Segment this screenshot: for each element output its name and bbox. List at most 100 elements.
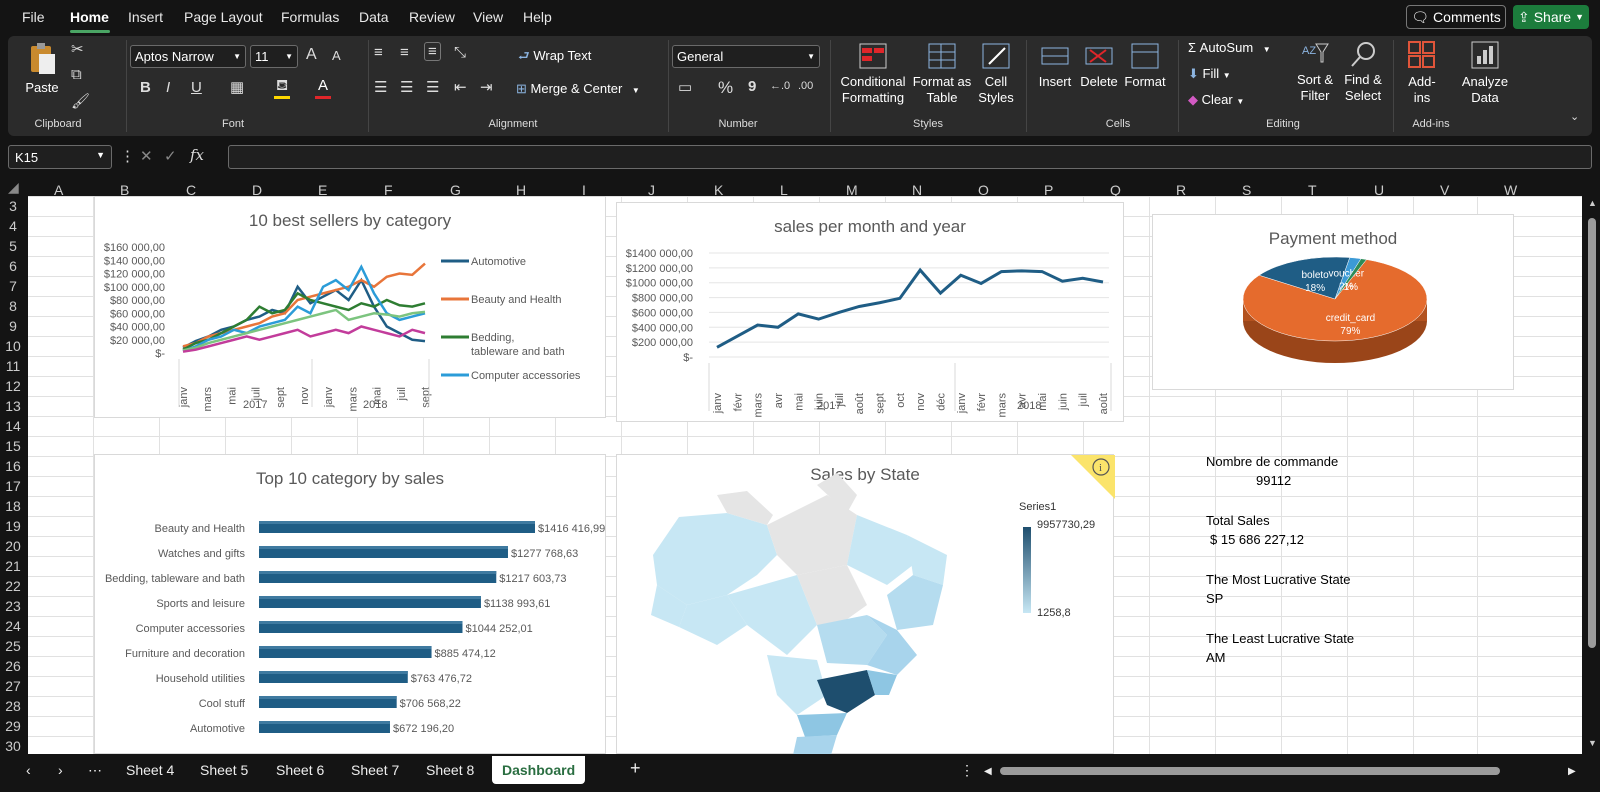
add-ins-button[interactable]: Add-ins xyxy=(1400,40,1444,106)
row-header-13[interactable]: 13 xyxy=(0,398,26,414)
grow-font-icon[interactable]: A xyxy=(306,46,317,64)
align-left-icon[interactable]: ☰ xyxy=(374,78,387,96)
find-select-button[interactable]: Find & Select xyxy=(1340,40,1386,104)
row-header-18[interactable]: 18 xyxy=(0,498,26,514)
row-header-23[interactable]: 23 xyxy=(0,598,26,614)
delete-cells-button[interactable]: Delete xyxy=(1078,42,1120,90)
sheet-tab-8[interactable]: Sheet 8 xyxy=(426,762,474,778)
align-top-icon[interactable]: ≡ xyxy=(374,44,383,61)
menu-file[interactable]: File xyxy=(22,9,45,25)
scroll-right-icon[interactable]: ▶ xyxy=(1568,766,1576,777)
row-header-6[interactable]: 6 xyxy=(0,258,26,274)
format-as-table-button[interactable]: Format as Table xyxy=(912,42,972,106)
wrap-text-button[interactable]: ⮐ Wrap Text xyxy=(518,48,591,64)
row-header-15[interactable]: 15 xyxy=(0,438,26,454)
options-icon[interactable]: ⋮ xyxy=(960,762,974,779)
sheet-tab-4[interactable]: Sheet 4 xyxy=(126,762,174,778)
font-color-icon[interactable]: A xyxy=(318,77,328,94)
row-header-9[interactable]: 9 xyxy=(0,318,26,334)
menu-help[interactable]: Help xyxy=(523,9,552,25)
align-right-icon[interactable]: ☰ xyxy=(426,78,439,96)
borders-icon[interactable]: ▦ xyxy=(230,78,244,96)
prev-sheet-icon[interactable]: ‹ xyxy=(26,762,31,778)
name-box[interactable]: K15 ▼ xyxy=(8,145,112,169)
row-header-20[interactable]: 20 xyxy=(0,538,26,554)
row-header-5[interactable]: 5 xyxy=(0,238,26,254)
share-button[interactable]: ⇪ Share ▼ xyxy=(1513,5,1589,29)
row-header-14[interactable]: 14 xyxy=(0,418,26,434)
vertical-scrollbar[interactable]: ▲ ▼ xyxy=(1584,196,1600,754)
menu-insert[interactable]: Insert xyxy=(128,9,163,25)
row-header-28[interactable]: 28 xyxy=(0,698,26,714)
italic-button[interactable]: I xyxy=(166,79,170,96)
menu-home[interactable]: Home xyxy=(70,9,109,25)
sheet-tab-6[interactable]: Sheet 6 xyxy=(276,762,324,778)
fill-button[interactable]: ⬇ Fill ▼ xyxy=(1188,66,1231,84)
scroll-thumb[interactable] xyxy=(1588,218,1596,648)
merge-center-button[interactable]: ⊞ Merge & Center ▼ xyxy=(516,81,640,99)
row-header-3[interactable]: 3 xyxy=(0,198,26,214)
more-sheets-icon[interactable]: ⋯ xyxy=(88,762,102,779)
sheet-tab-5[interactable]: Sheet 5 xyxy=(200,762,248,778)
sheet-tab-7[interactable]: Sheet 7 xyxy=(351,762,399,778)
row-header-11[interactable]: 11 xyxy=(0,358,26,374)
worksheet-grid[interactable]: 10 best sellers by category $160 000,00 $… xyxy=(28,196,1582,754)
format-painter-icon[interactable]: 🖌 xyxy=(71,92,90,110)
autosum-button[interactable]: Σ AutoSum ▼ xyxy=(1188,40,1271,58)
row-header-8[interactable]: 8 xyxy=(0,298,26,314)
chart-top-category[interactable]: Top 10 category by sales Beauty and Heal… xyxy=(94,454,606,754)
row-header-17[interactable]: 17 xyxy=(0,478,26,494)
more-icon[interactable]: ⋮ xyxy=(120,147,135,165)
sheet-tab-dashboard[interactable]: Dashboard xyxy=(492,756,586,784)
insert-function-icon[interactable]: fx xyxy=(190,146,204,164)
row-header-21[interactable]: 21 xyxy=(0,558,26,574)
row-header-29[interactable]: 29 xyxy=(0,718,26,734)
orientation-icon[interactable]: ⤡ xyxy=(454,44,466,61)
menu-page-layout[interactable]: Page Layout xyxy=(184,9,263,25)
insert-cells-button[interactable]: Insert xyxy=(1034,42,1076,90)
chart-payment-method[interactable]: Payment method credit_card 79% boleto 18% vo… xyxy=(1152,214,1514,390)
align-bottom-icon[interactable]: ≡ xyxy=(424,42,441,61)
add-sheet-icon[interactable]: + xyxy=(630,758,641,779)
paste-button[interactable]: Paste xyxy=(20,42,64,96)
scroll-left-icon[interactable]: ◀ xyxy=(984,766,992,777)
cut-icon[interactable]: ✂ xyxy=(71,40,84,58)
cancel-icon[interactable]: ✕ xyxy=(140,147,153,165)
fill-color-icon[interactable]: ⛾ xyxy=(276,77,288,96)
cell-styles-button[interactable]: Cell Styles xyxy=(974,42,1018,106)
select-all-corner[interactable]: ◢ xyxy=(8,179,19,196)
row-header-4[interactable]: 4 xyxy=(0,218,26,234)
clear-button[interactable]: ◆ Clear ▼ xyxy=(1188,92,1244,110)
decrease-decimal-icon[interactable]: .00 xyxy=(798,80,813,92)
menu-data[interactable]: Data xyxy=(359,9,389,25)
font-size-select[interactable]: 11 ▼ xyxy=(250,45,298,68)
row-header-24[interactable]: 24 xyxy=(0,618,26,634)
accounting-format-icon[interactable]: ▭ xyxy=(678,78,692,96)
row-header-30[interactable]: 30 xyxy=(0,738,26,754)
row-header-25[interactable]: 25 xyxy=(0,638,26,654)
row-header-22[interactable]: 22 xyxy=(0,578,26,594)
increase-decimal-icon[interactable]: ←.0 xyxy=(770,80,790,92)
horizontal-scroll-thumb[interactable] xyxy=(1000,767,1500,775)
collapse-ribbon-icon[interactable]: ⌄ xyxy=(1570,110,1579,123)
increase-indent-icon[interactable]: ⇥ xyxy=(480,78,493,96)
enter-icon[interactable]: ✓ xyxy=(164,147,177,165)
format-cells-button[interactable]: Format xyxy=(1122,42,1168,90)
next-sheet-icon[interactable]: › xyxy=(58,762,63,778)
row-header-10[interactable]: 10 xyxy=(0,338,26,354)
formula-input[interactable] xyxy=(228,145,1592,169)
row-header-19[interactable]: 19 xyxy=(0,518,26,534)
shrink-font-icon[interactable]: A xyxy=(332,48,341,63)
font-name-select[interactable]: Aptos Narrow ▼ xyxy=(130,45,246,68)
analyze-data-button[interactable]: Analyze Data xyxy=(1460,40,1510,106)
chart-sales-per-month[interactable]: sales per month and year $1400 000,00 $12… xyxy=(616,202,1124,422)
row-header-27[interactable]: 27 xyxy=(0,678,26,694)
row-header-16[interactable]: 16 xyxy=(0,458,26,474)
row-header-7[interactable]: 7 xyxy=(0,278,26,294)
menu-formulas[interactable]: Formulas xyxy=(281,9,339,25)
comma-style-icon[interactable]: 9 xyxy=(748,78,756,95)
menu-view[interactable]: View xyxy=(473,9,503,25)
decrease-indent-icon[interactable]: ⇤ xyxy=(454,78,467,96)
percent-icon[interactable]: % xyxy=(718,78,733,98)
align-middle-icon[interactable]: ≡ xyxy=(400,44,409,61)
